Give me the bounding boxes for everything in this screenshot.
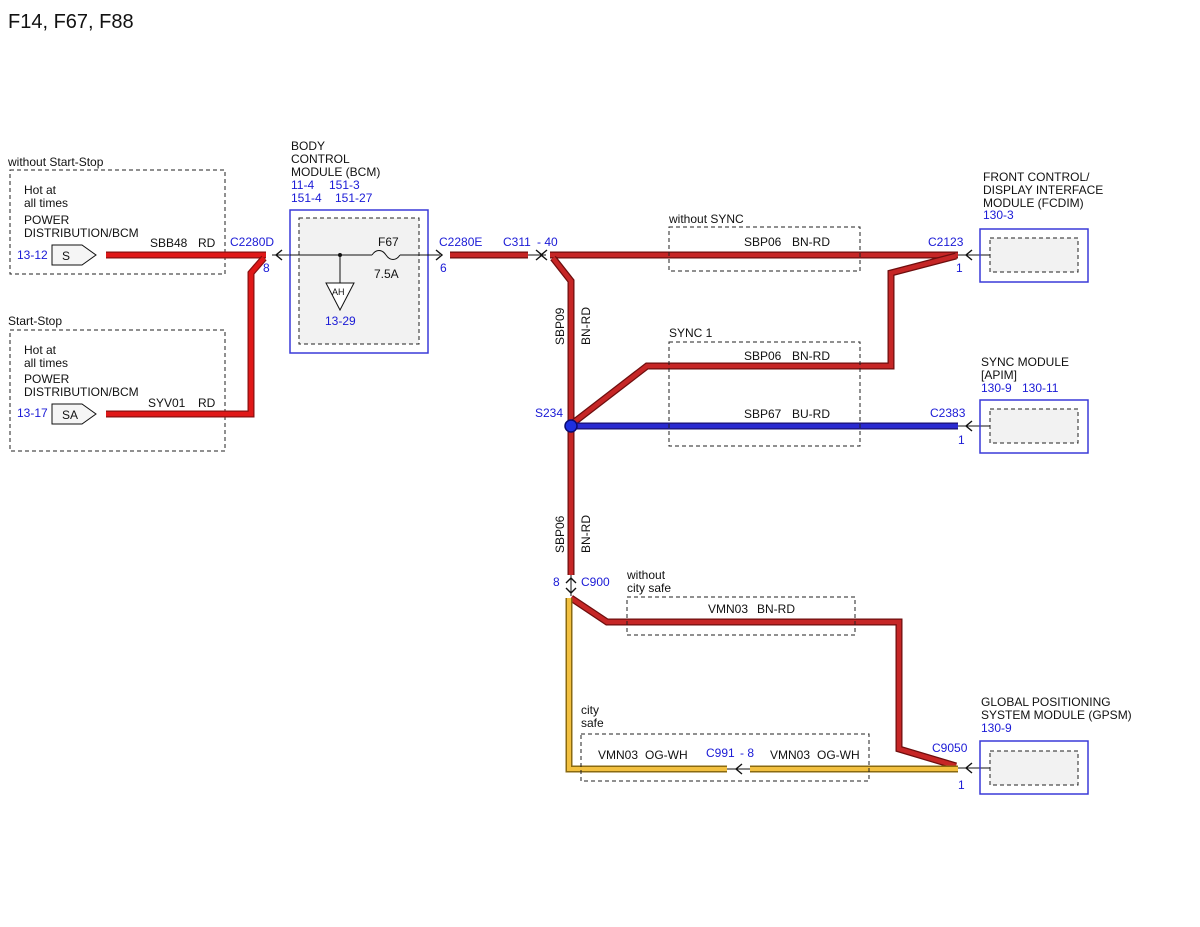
page-reference[interactable]: 13-12: [17, 248, 48, 262]
lower-wire-id: SBP06: [553, 515, 567, 553]
bcm-ref-2[interactable]: 151-3: [329, 178, 360, 192]
group-label: without Start-Stop: [7, 155, 104, 169]
lower-wire-color: BN-RD: [579, 515, 593, 553]
bcm-inner: [298, 217, 420, 345]
module-name-1: GLOBAL POSITIONING: [981, 695, 1111, 709]
module-name-2: DISPLAY INTERFACE: [983, 183, 1103, 197]
module-ref-2[interactable]: 130-11: [1022, 381, 1059, 395]
connector-pin-shape: [51, 244, 97, 266]
wiring-diagram: F14, F67, F88 without Start-Stop Hot at …: [7, 11, 1132, 795]
connector-c9050[interactable]: C9050: [932, 741, 968, 755]
module-apim: SYNC MODULE [APIM] 130-9 130-11 C2383 1: [930, 355, 1089, 454]
connector-c2383-pin: 1: [958, 433, 965, 447]
wire-vmn03-without-city-safe: [569, 595, 958, 770]
module-ref[interactable]: 130-9: [981, 721, 1012, 735]
connector-c311[interactable]: C311: [503, 235, 531, 249]
bcm-name-1: BODY: [291, 139, 325, 153]
wire-color-a: OG-WH: [645, 748, 688, 762]
wire-id: SBP06: [744, 349, 782, 363]
connector-c2280d-pin: 8: [263, 261, 270, 275]
wire-color: RD: [198, 396, 216, 410]
wire-color-2: BU-RD: [792, 407, 830, 421]
module-name-2: [APIM]: [981, 368, 1017, 382]
bcm-ref-1[interactable]: 11-4: [291, 178, 314, 192]
connector-c2383[interactable]: C2383: [930, 406, 966, 420]
hot-label-2: all times: [24, 196, 68, 210]
source-start-stop: Start-Stop Hot at all times POWER DISTRI…: [8, 314, 226, 452]
connector-c9050-pin: 1: [958, 778, 965, 792]
branch-without-sync: without SYNC SBP06 BN-RD: [668, 212, 861, 272]
module-fcdim: FRONT CONTROL/ DISPLAY INTERFACE MODULE …: [928, 170, 1103, 283]
trunk-wire-color: BN-RD: [579, 307, 593, 345]
hot-label-2: all times: [24, 356, 68, 370]
trunk-wire-id: SBP09: [553, 307, 567, 345]
connector-c900[interactable]: C900: [581, 575, 610, 589]
branch-label-2: safe: [581, 716, 604, 730]
pin-label: S: [62, 249, 70, 263]
bcm-ref-3[interactable]: 151-4: [291, 191, 322, 205]
module-gpsm: GLOBAL POSITIONING SYSTEM MODULE (GPSM) …: [932, 695, 1132, 795]
splice-label: S234: [535, 406, 563, 420]
module-name-1: SYNC MODULE: [981, 355, 1069, 369]
module-inner: [989, 408, 1079, 444]
ground-ref[interactable]: 13-29: [325, 314, 356, 328]
branch-label-2: city safe: [627, 581, 671, 595]
wire-id-a: VMN03: [598, 748, 638, 762]
group-label: Start-Stop: [8, 314, 62, 328]
splice-s234[interactable]: [564, 419, 578, 433]
wire-id: VMN03: [708, 602, 748, 616]
connector-c2280d[interactable]: C2280D: [230, 235, 274, 249]
source-label-1: POWER: [24, 372, 70, 386]
module-name-2: SYSTEM MODULE (GPSM): [981, 708, 1132, 722]
connector-c2123[interactable]: C2123: [928, 235, 964, 249]
ground-label: AH: [332, 287, 345, 297]
wire-id-2: SBP67: [744, 407, 782, 421]
wire-color: BN-RD: [792, 349, 830, 363]
connector-c2123-pin: 1: [956, 261, 963, 275]
connector-c991[interactable]: C991: [706, 746, 735, 760]
source-label-2: DISTRIBUTION/BCM: [24, 226, 139, 240]
module-ref-1[interactable]: 130-9: [981, 381, 1012, 395]
source-label-2: DISTRIBUTION/BCM: [24, 385, 139, 399]
module-name-1: FRONT CONTROL/: [983, 170, 1090, 184]
module-ref[interactable]: 130-3: [983, 208, 1014, 222]
branch-label-1: without: [626, 568, 666, 582]
page-reference[interactable]: 13-17: [17, 406, 48, 420]
wire-id: SYV01: [148, 396, 186, 410]
branch-label-1: city: [581, 703, 599, 717]
bcm-name-3: MODULE (BCM): [291, 165, 380, 179]
wire-id: SBB48: [150, 236, 188, 250]
page-title: F14, F67, F88: [8, 11, 134, 33]
hot-label-1: Hot at: [24, 343, 57, 357]
bcm-ref-4[interactable]: 151-27: [335, 191, 373, 205]
connector-c2280e-pin: 6: [440, 261, 447, 275]
connector-c900-pin: 8: [553, 575, 560, 589]
wire-id: SBP06: [744, 235, 782, 249]
connector-c2280e[interactable]: C2280E: [439, 235, 482, 249]
wire-color: BN-RD: [757, 602, 795, 616]
fuse-label: F67: [378, 235, 399, 249]
wire-id-b: VMN03: [770, 748, 810, 762]
branch-box: [668, 226, 861, 272]
fuse-rating: 7.5A: [374, 267, 399, 281]
connector-c311-pin: - 40: [537, 235, 558, 249]
bcm-name-2: CONTROL: [291, 152, 350, 166]
branch-label: SYNC 1: [669, 326, 713, 340]
module-inner: [989, 750, 1079, 786]
wire-color: BN-RD: [792, 235, 830, 249]
wire-sbp06-sync1: [570, 252, 957, 426]
body-control-module: BODY CONTROL MODULE (BCM) 11-4 151-3 151…: [289, 139, 440, 354]
wire-color: RD: [198, 236, 216, 250]
source-label-1: POWER: [24, 213, 70, 227]
branch-label: without SYNC: [668, 212, 744, 226]
module-inner: [989, 237, 1079, 273]
hot-label-1: Hot at: [24, 183, 57, 197]
connector-c991-pin: - 8: [740, 746, 754, 760]
pin-label: SA: [62, 408, 78, 422]
wire-color-b: OG-WH: [817, 748, 860, 762]
